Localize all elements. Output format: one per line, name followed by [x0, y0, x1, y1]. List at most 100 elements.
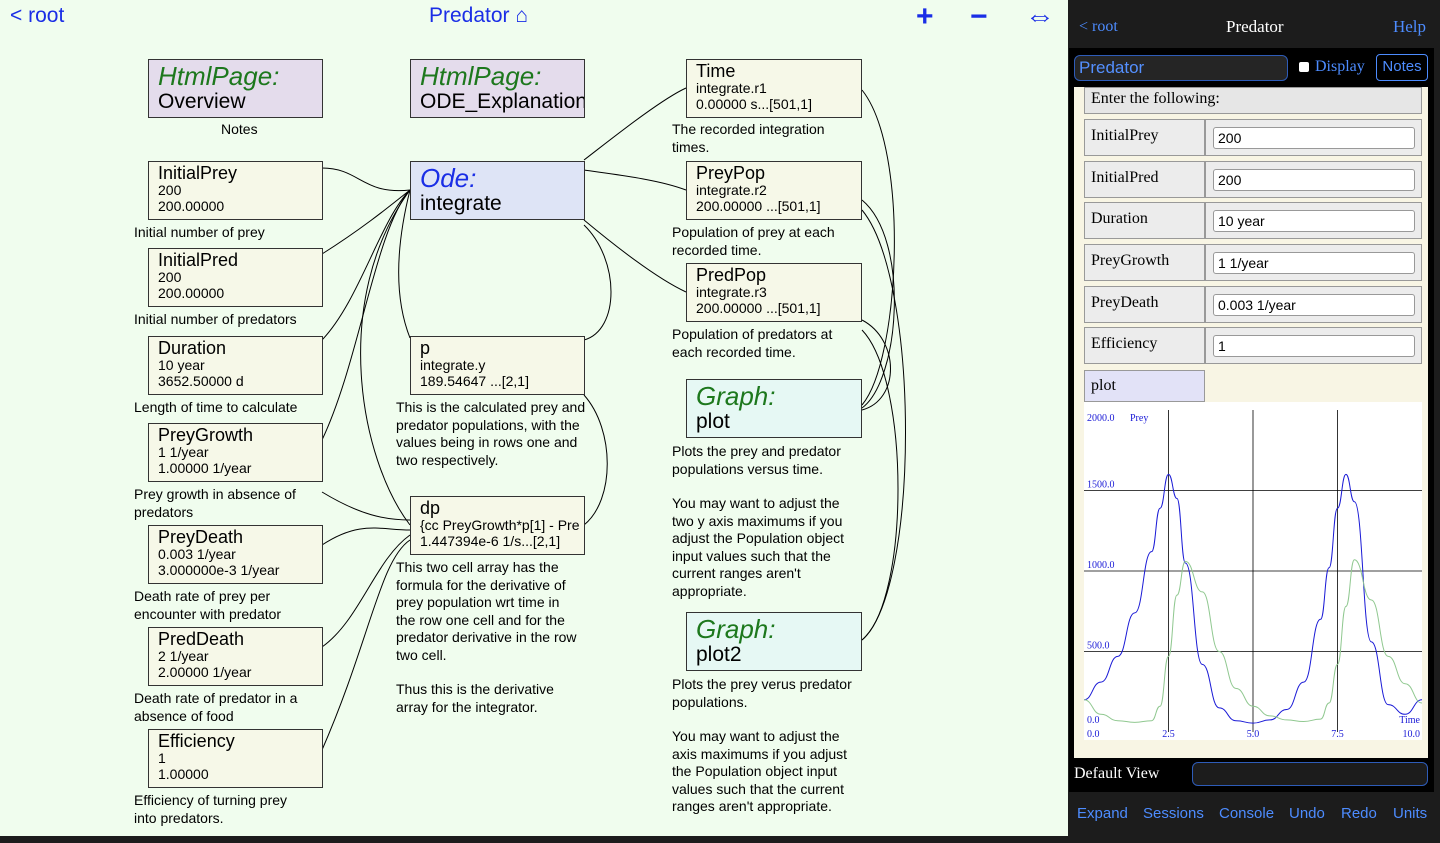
- default-view-input[interactable]: [1192, 762, 1428, 786]
- node-name: dp: [420, 498, 441, 518]
- help-link[interactable]: Help: [1393, 17, 1426, 37]
- node-preydeath[interactable]: PreyDeath 0.003 1/year 3.000000e-3 1/yea…: [148, 525, 323, 584]
- node-input: 1: [158, 750, 166, 766]
- node-ode-explanation[interactable]: HtmlPage: ODE_Explanation: [410, 59, 585, 118]
- node-dp-note-2: Thus this is the derivative array for th…: [396, 681, 554, 715]
- undo-button[interactable]: Undo: [1289, 805, 1325, 822]
- y-tick-label: 1000.0: [1087, 560, 1115, 571]
- form-row-preygrowth: PreyGrowth 1 1/year: [1084, 244, 1422, 281]
- field-label: Duration: [1084, 202, 1205, 239]
- node-name: p: [420, 338, 431, 358]
- sessions-button[interactable]: Sessions: [1143, 805, 1204, 822]
- chart-svg: 500.0 1000.0 1500.0 2000.0 Prey 0.0 0.0 2.5 5.0 7…: [1083, 410, 1423, 740]
- model-canvas[interactable]: < root Predator ⌂ + − ⇔ HtmlPage: Overvi…: [0, 0, 1068, 836]
- node-predpop[interactable]: PredPop integrate.r3 200.00000 ...[501,1…: [686, 263, 862, 322]
- redo-button[interactable]: Redo: [1341, 805, 1377, 822]
- field-label: InitialPrey: [1084, 119, 1205, 156]
- node-time[interactable]: Time integrate.r1 0.00000 s...[501,1]: [686, 59, 862, 118]
- node-predpop-note: Population of predators at each recorded…: [672, 326, 833, 360]
- node-name: plot: [696, 410, 730, 433]
- node-input: 200: [158, 182, 182, 198]
- node-name: integrate: [420, 192, 502, 215]
- console-button[interactable]: Console: [1219, 805, 1274, 822]
- display-checkbox[interactable]: [1299, 62, 1309, 72]
- form-row-duration: Duration 10 year: [1084, 202, 1422, 239]
- default-view-label: Default View: [1074, 765, 1160, 782]
- node-value: 2.00000 1/year: [158, 664, 252, 680]
- node-graph-plot2[interactable]: Graph: plot2: [686, 612, 862, 671]
- display-label: Display: [1315, 58, 1365, 75]
- object-name-field[interactable]: Predator: [1074, 55, 1288, 81]
- units-button[interactable]: Units: [1393, 805, 1427, 822]
- node-value: 200.00000 ...[501,1]: [696, 198, 821, 214]
- node-plot2-note: Plots the prey verus predator population…: [672, 676, 852, 710]
- y-series-label: Prey: [1130, 413, 1148, 424]
- expand-button[interactable]: Expand: [1077, 805, 1128, 822]
- node-kind: HtmlPage:: [158, 61, 280, 91]
- zoom-in-button[interactable]: +: [916, 2, 934, 32]
- form-row-initialpred: InitialPred 200: [1084, 161, 1422, 198]
- notes-button[interactable]: Notes: [1376, 54, 1428, 81]
- zoom-out-button[interactable]: −: [970, 2, 988, 32]
- node-value: 0.00000 s...[501,1]: [696, 96, 812, 112]
- node-p[interactable]: p integrate.y 189.54647 ...[2,1]: [410, 336, 585, 395]
- preydeath-input[interactable]: 0.003 1/year: [1213, 294, 1415, 316]
- initialprey-input[interactable]: 200: [1213, 127, 1415, 149]
- node-duration[interactable]: Duration 10 year 3652.50000 d: [148, 336, 323, 395]
- node-graph-plot[interactable]: Graph: plot: [686, 379, 862, 438]
- node-preypop-note: Population of prey at each recorded time…: [672, 224, 835, 258]
- efficiency-input[interactable]: 1: [1213, 335, 1415, 357]
- node-name: InitialPred: [158, 250, 239, 270]
- node-preypop[interactable]: PreyPop integrate.r2 200.00000 ...[501,1…: [686, 161, 862, 220]
- node-dp[interactable]: dp {cc PreyGrowth*p[1] - Pre 1.447394e-6…: [410, 496, 585, 555]
- node-input: 10 year: [158, 357, 205, 373]
- bottom-toolbar: Expand Sessions Console Undo Redo Units: [1069, 792, 1434, 836]
- node-value: 1.00000: [158, 766, 209, 782]
- node-plot2-note-2: You may want to adjust the axis maximums…: [672, 728, 848, 814]
- preygrowth-input[interactable]: 1 1/year: [1213, 252, 1415, 274]
- node-preygrowth[interactable]: PreyGrowth 1 1/year 1.00000 1/year: [148, 423, 323, 482]
- node-p-note: This is the calculated prey and predator…: [396, 399, 586, 468]
- node-name: ODE_Explanation: [420, 90, 585, 113]
- node-name: PreyPop: [696, 163, 766, 183]
- y-zero-label: 0.0: [1087, 715, 1100, 726]
- node-input: 1 1/year: [158, 444, 209, 460]
- node-initialpred[interactable]: InitialPred 200 200.00000: [148, 248, 323, 307]
- node-name: PreyDeath: [158, 527, 244, 547]
- initialpred-input[interactable]: 200: [1213, 169, 1415, 191]
- node-input: 200: [158, 269, 182, 285]
- field-label: PreyGrowth: [1084, 244, 1205, 281]
- node-value: 200.00000: [158, 285, 225, 301]
- node-overview[interactable]: HtmlPage: Overview: [148, 59, 323, 118]
- duration-input[interactable]: 10 year: [1213, 210, 1415, 232]
- node-input: 0.003 1/year: [158, 546, 236, 562]
- node-kind: Ode:: [420, 163, 477, 193]
- node-initialprey-note: Initial number of prey: [134, 224, 265, 240]
- canvas-title[interactable]: Predator ⌂: [429, 4, 528, 28]
- node-overview-note: Notes: [221, 121, 258, 137]
- form-instruction: Enter the following:: [1084, 87, 1422, 114]
- node-dp-note: This two cell array has the formula for …: [396, 559, 577, 663]
- node-input: 2 1/year: [158, 648, 209, 664]
- node-efficiency[interactable]: Efficiency 1 1.00000: [148, 729, 323, 788]
- y-tick-label: 2000.0: [1087, 413, 1115, 424]
- fit-width-button[interactable]: ⇔: [1025, 2, 1055, 32]
- root-back-link[interactable]: < root: [10, 4, 64, 28]
- population-chart[interactable]: 500.0 1000.0 1500.0 2000.0 Prey 0.0 0.0 2.5 5.0 7…: [1083, 402, 1423, 740]
- node-input: integrate.y: [420, 357, 486, 373]
- node-name: PredPop: [696, 265, 767, 285]
- x-tick-label: 7.5: [1331, 729, 1344, 740]
- node-value: 200.00000: [158, 198, 225, 214]
- plot-tab[interactable]: plot: [1084, 370, 1205, 402]
- node-name: Time: [696, 61, 736, 81]
- node-input: {cc PreyGrowth*p[1] - Pre: [420, 517, 580, 533]
- node-input: integrate.r1: [696, 80, 767, 96]
- node-ode-integrate[interactable]: Ode: integrate: [410, 161, 585, 220]
- node-initialprey[interactable]: InitialPrey 200 200.00000: [148, 161, 323, 220]
- node-preddeath[interactable]: PredDeath 2 1/year 2.00000 1/year: [148, 627, 323, 686]
- form-row-efficiency: Efficiency 1: [1084, 327, 1422, 364]
- field-label: Efficiency: [1084, 327, 1205, 364]
- panel-back-link[interactable]: < root: [1079, 18, 1118, 36]
- node-input: integrate.r3: [696, 284, 767, 300]
- node-value: 3.000000e-3 1/year: [158, 562, 280, 578]
